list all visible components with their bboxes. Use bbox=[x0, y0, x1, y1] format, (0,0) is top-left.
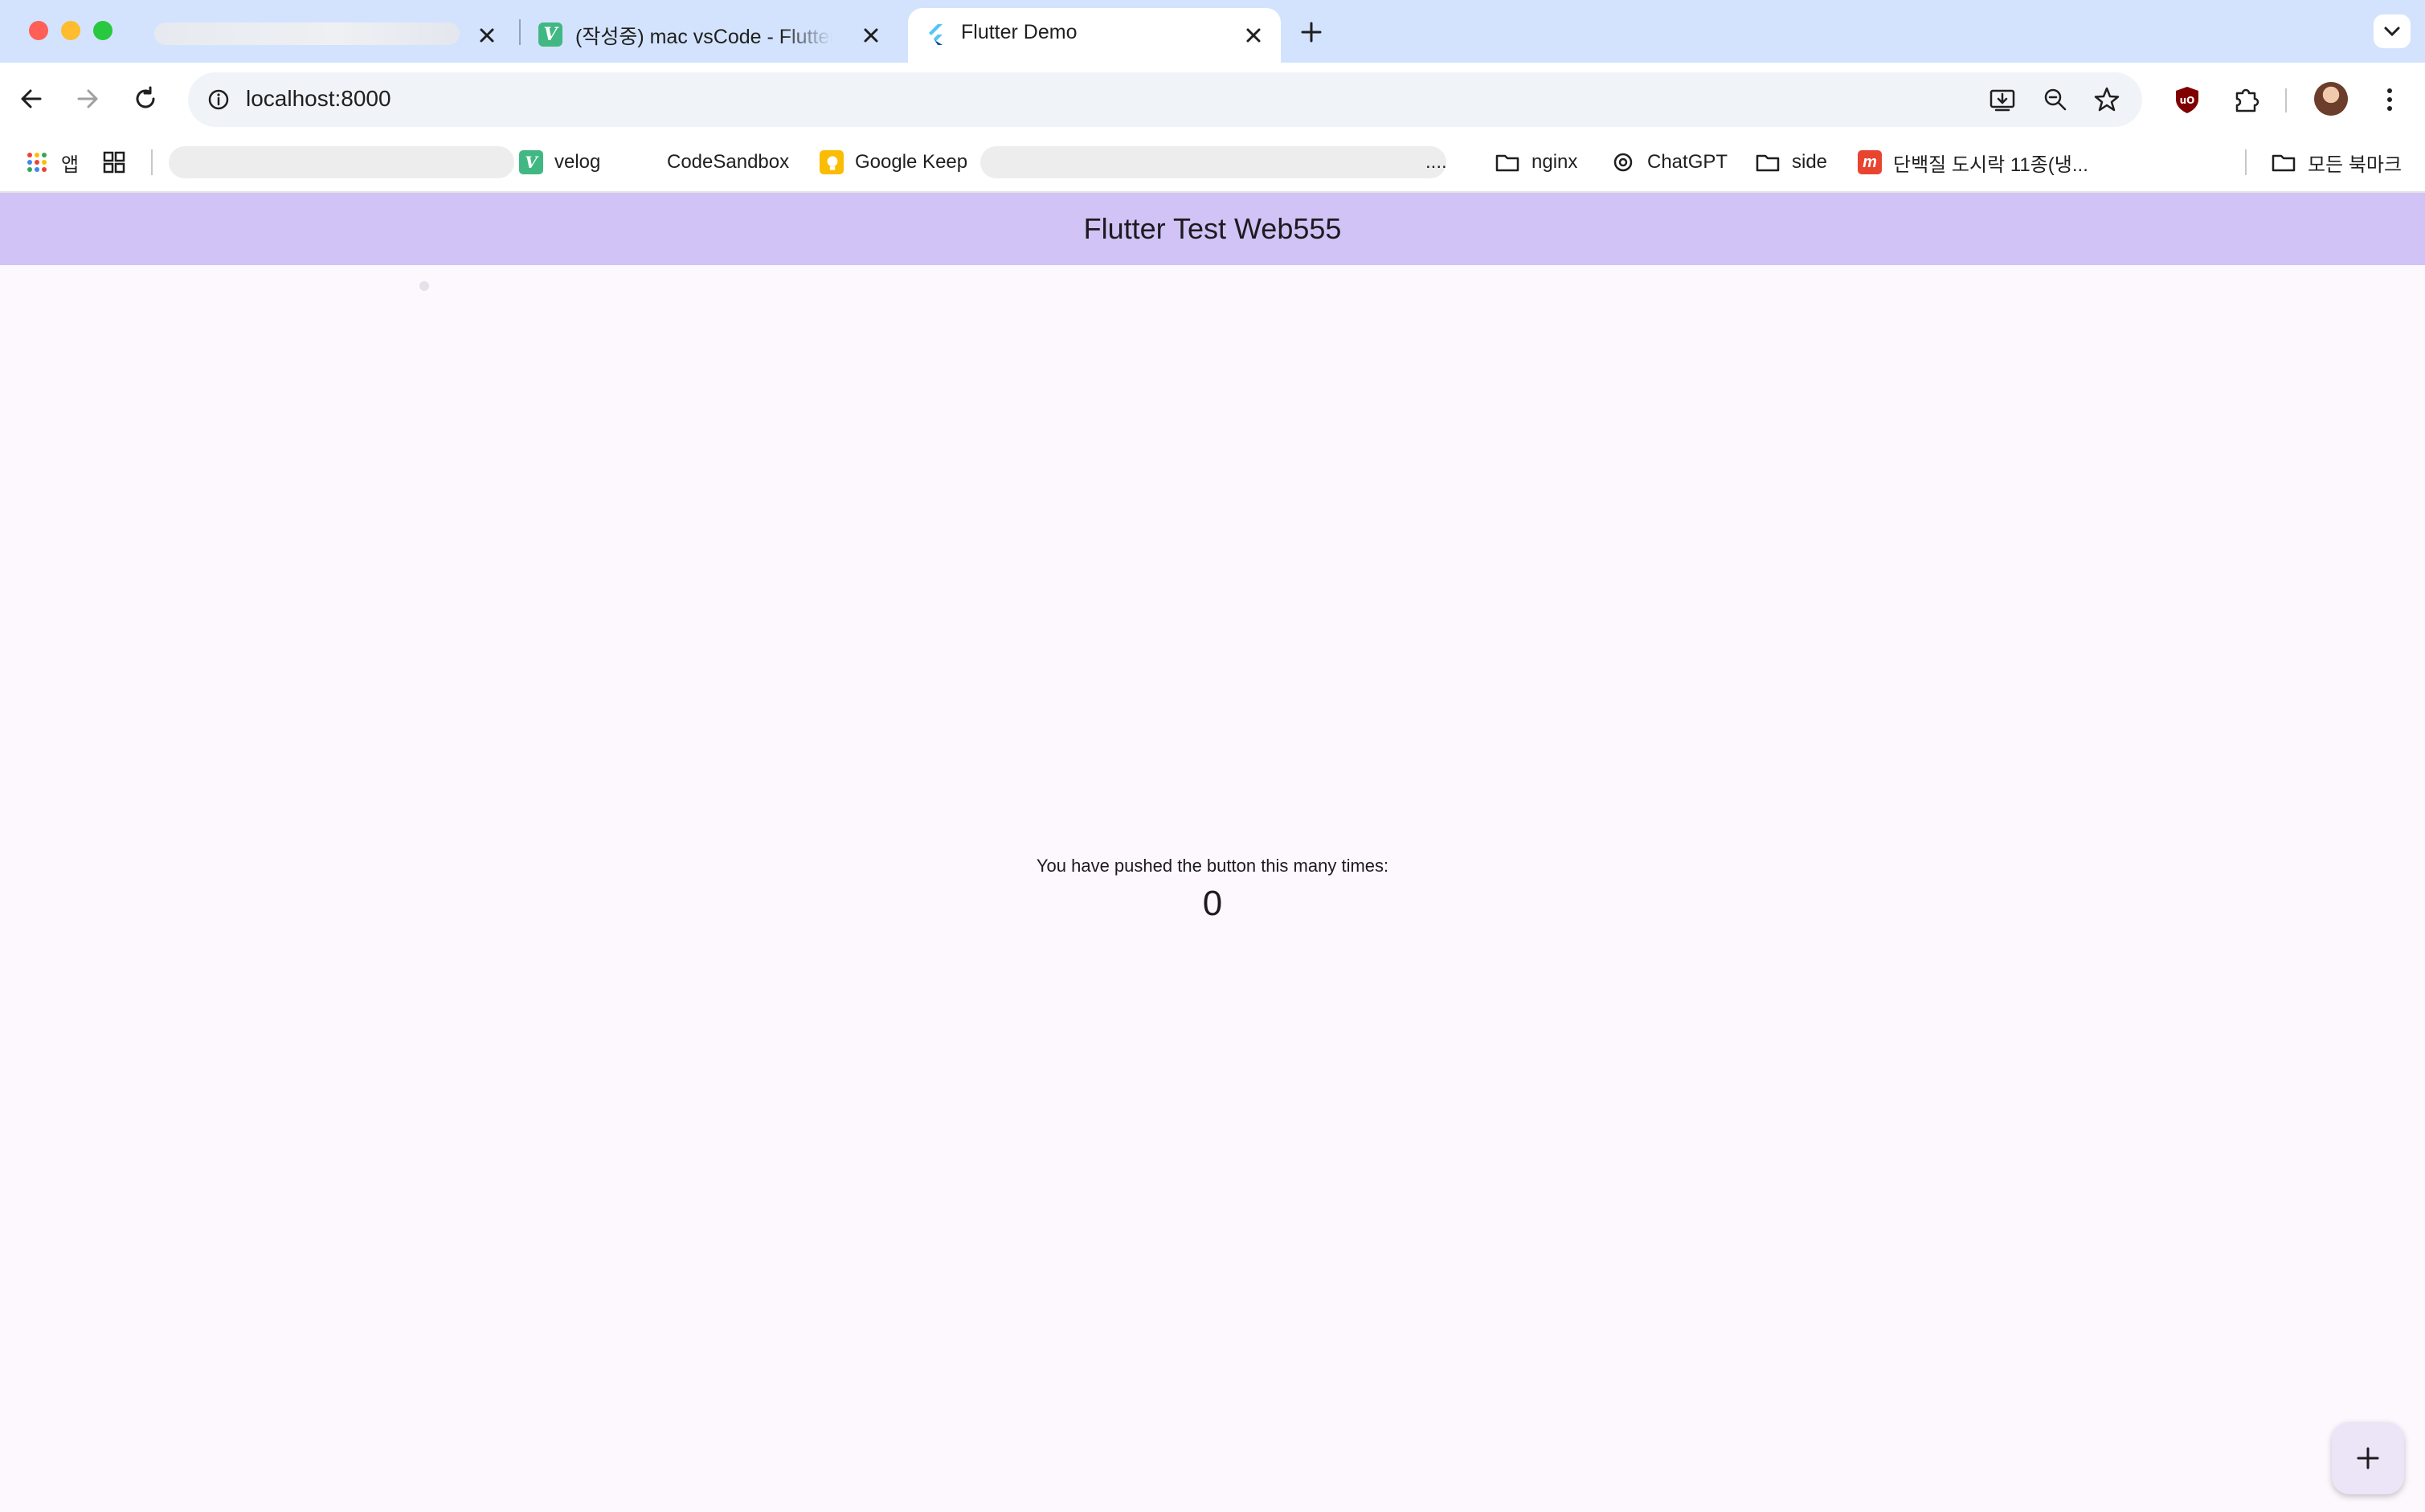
bookmark-apps[interactable]: 앱 bbox=[24, 146, 79, 178]
tab-close-icon[interactable] bbox=[1241, 22, 1266, 48]
extensions-icon[interactable] bbox=[2231, 84, 2263, 116]
apps-grid-icon bbox=[27, 153, 47, 172]
window-close-button[interactable] bbox=[29, 21, 48, 40]
bookmark-label: 모든 북마크 bbox=[2308, 153, 2403, 176]
shop-icon: m bbox=[1858, 150, 1882, 174]
folder-icon bbox=[2272, 154, 2296, 172]
bookmark-google-keep[interactable]: Google Keep bbox=[820, 146, 967, 178]
tab-search-button[interactable] bbox=[2374, 14, 2411, 48]
tab-separator bbox=[519, 19, 521, 45]
google-keep-icon bbox=[820, 150, 844, 174]
app-bar: Flutter Test Web555 bbox=[0, 193, 2425, 265]
url-text[interactable]: localhost:8000 bbox=[246, 86, 391, 112]
redacted-bookmarks bbox=[169, 146, 514, 178]
install-app-icon[interactable] bbox=[1988, 85, 2017, 114]
tab-title: Flutter Demo bbox=[961, 21, 1078, 43]
tab-groups-icon bbox=[103, 151, 125, 174]
browser-toolbar: localhost:8000 uO bbox=[0, 63, 2425, 135]
tab-velog[interactable]: V (작성중) mac vsCode - Flutter bbox=[522, 8, 898, 63]
velog-icon: V bbox=[519, 150, 543, 174]
flutter-icon bbox=[924, 22, 948, 47]
tab-flutter-demo[interactable]: Flutter Demo bbox=[908, 8, 1281, 63]
zoom-icon[interactable] bbox=[2041, 85, 2070, 114]
bookmarks-separator bbox=[2245, 149, 2247, 175]
back-button[interactable] bbox=[13, 80, 50, 117]
folder-icon bbox=[1495, 154, 1519, 172]
bookmark-velog[interactable]: V velog bbox=[519, 146, 600, 178]
arrow-left-icon bbox=[21, 89, 42, 108]
arrow-right-icon bbox=[77, 89, 98, 108]
bookmark-label: ChatGPT bbox=[1647, 151, 1728, 173]
bookmark-label: .... bbox=[1425, 151, 1447, 173]
window-maximize-button[interactable] bbox=[93, 21, 112, 40]
bookmark-label: Google Keep bbox=[855, 151, 968, 173]
forward-button[interactable] bbox=[69, 80, 106, 117]
tab-groups-button[interactable] bbox=[101, 146, 138, 178]
bookmarks-separator bbox=[151, 149, 153, 175]
tab-strip: V (작성중) mac vsCode - Flutter Flutter Dem… bbox=[0, 0, 2425, 63]
page-title: Flutter Test Web555 bbox=[1083, 212, 1342, 245]
chatgpt-icon bbox=[1613, 153, 1633, 172]
address-bar[interactable]: localhost:8000 bbox=[188, 72, 2142, 127]
tab-close-icon[interactable] bbox=[858, 22, 884, 48]
bookmark-label: 앱 bbox=[61, 153, 80, 176]
loading-dot bbox=[419, 281, 429, 291]
bookmark-codesandbox[interactable]: CodeSandbox bbox=[667, 146, 789, 178]
add-icon bbox=[2357, 1447, 2379, 1469]
site-info-icon[interactable] bbox=[206, 87, 231, 112]
new-tab-button[interactable] bbox=[1297, 18, 1326, 47]
toolbar-separator bbox=[2285, 88, 2287, 112]
bookmarks-bar: 앱 V velog CodeSandbox Google Keep .... n… bbox=[0, 135, 2425, 193]
counter-label: You have pushed the button this many tim… bbox=[1036, 856, 1389, 876]
more-menu-icon[interactable] bbox=[2374, 84, 2406, 116]
reload-icon bbox=[136, 86, 155, 108]
profile-avatar[interactable] bbox=[2314, 82, 2348, 116]
ublock-icon[interactable]: uO bbox=[2171, 84, 2203, 116]
velog-v-icon: V bbox=[538, 22, 562, 47]
bookmark-label: nginx bbox=[1531, 151, 1578, 173]
counter-value: 0 bbox=[1202, 884, 1223, 923]
reload-button[interactable] bbox=[127, 80, 164, 117]
bookmark-truncated[interactable]: .... bbox=[1425, 146, 1447, 178]
bookmark-label: side bbox=[1792, 151, 1828, 173]
tab-redacted[interactable] bbox=[145, 8, 514, 63]
redacted-bookmarks bbox=[980, 146, 1446, 178]
bookmark-chatgpt[interactable]: ChatGPT bbox=[1610, 146, 1728, 178]
chevron-down-icon bbox=[2384, 27, 2400, 37]
window-minimize-button[interactable] bbox=[61, 21, 80, 40]
bookmark-nginx[interactable]: nginx bbox=[1495, 146, 1577, 178]
bookmark-label: CodeSandbox bbox=[667, 151, 790, 173]
redacted-tab-title bbox=[154, 22, 460, 45]
tab-title: (작성중) mac vsCode - Flutter bbox=[575, 26, 832, 48]
bookmark-side[interactable]: side bbox=[1755, 146, 1827, 178]
increment-button[interactable] bbox=[2332, 1422, 2404, 1494]
bookmark-label: 단백질 도시락 11종(냉... bbox=[1893, 153, 2088, 176]
bookmark-star-icon[interactable] bbox=[2092, 85, 2121, 114]
bookmark-shop[interactable]: m 단백질 도시락 11종(냉... bbox=[1858, 146, 2088, 178]
tab-close-icon[interactable] bbox=[474, 22, 500, 48]
svg-text:uO: uO bbox=[2180, 95, 2195, 106]
folder-icon bbox=[1756, 154, 1780, 172]
all-bookmarks-button[interactable]: 모든 북마크 bbox=[2271, 146, 2402, 178]
bookmark-label: velog bbox=[554, 151, 601, 173]
